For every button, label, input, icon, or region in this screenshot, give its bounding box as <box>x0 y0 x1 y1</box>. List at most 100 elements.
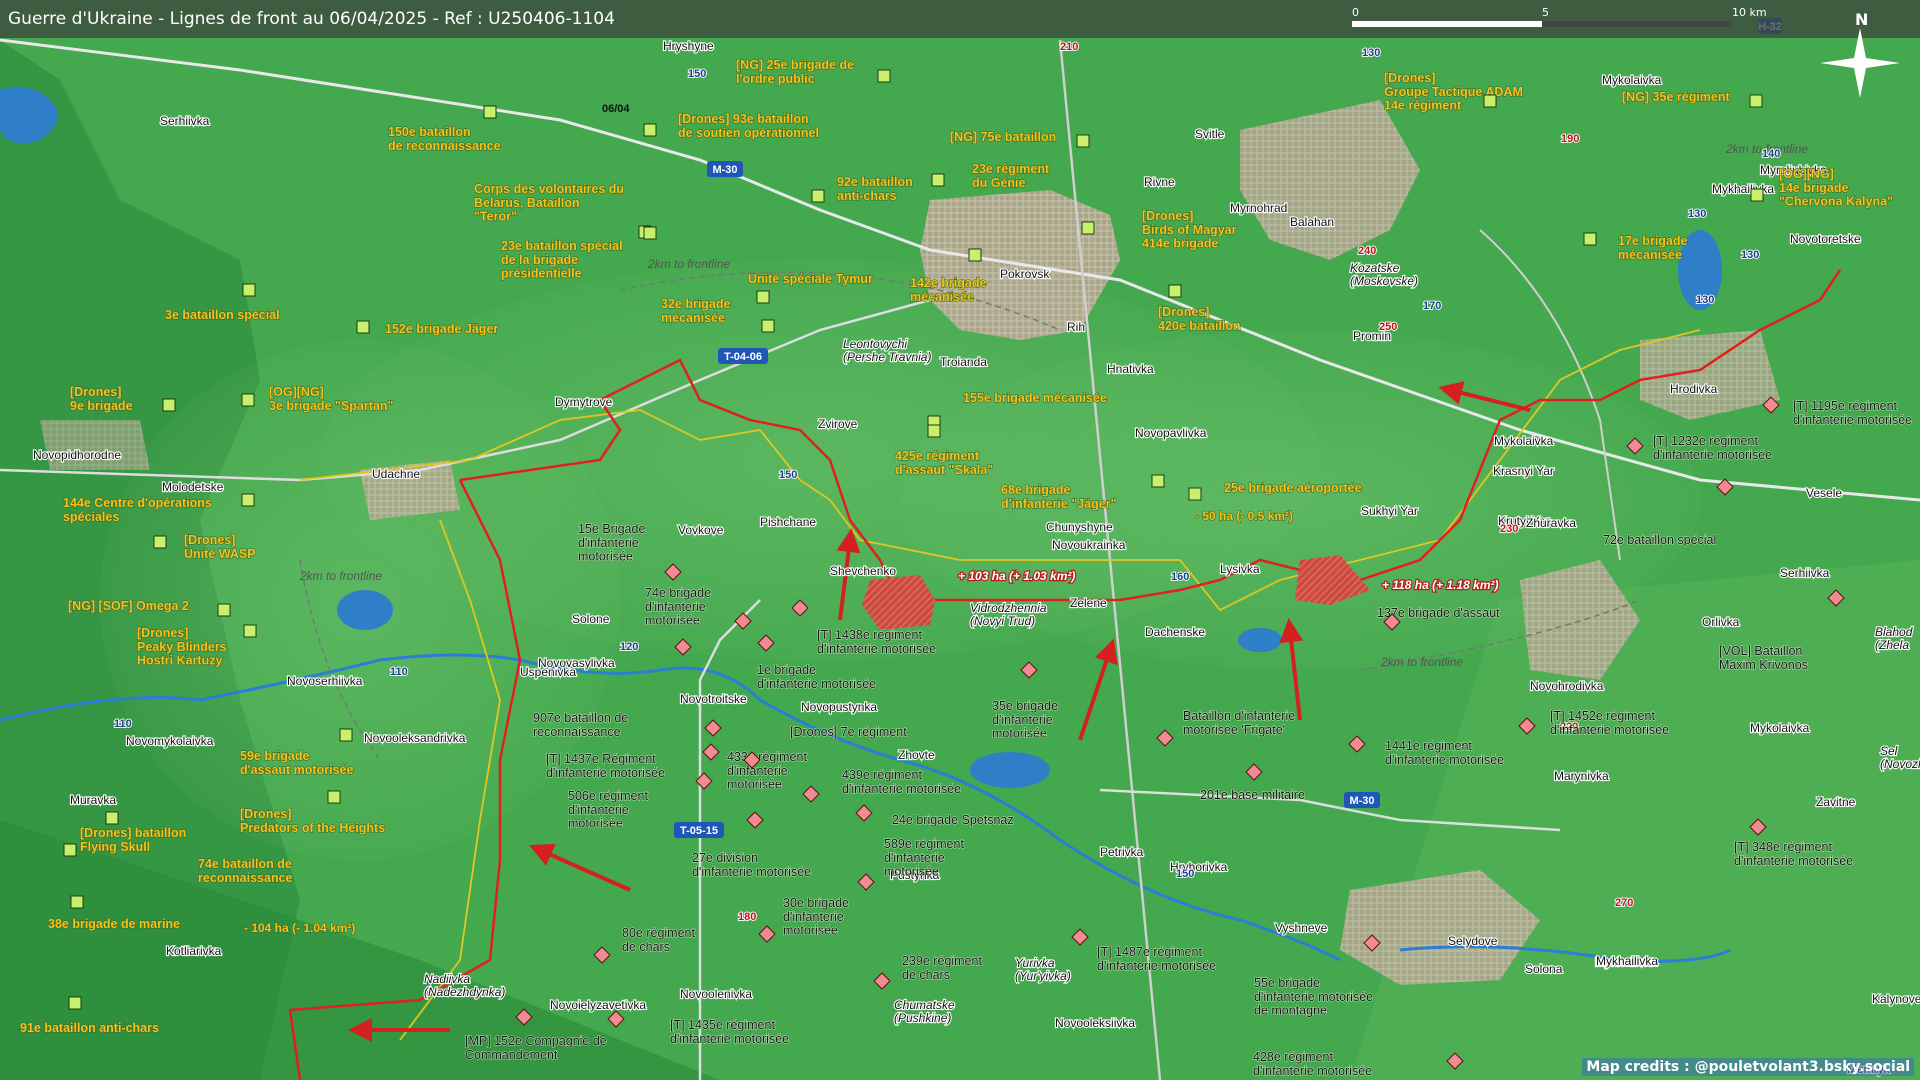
ukr-unit-label: [NG] 75e bataillon <box>950 130 1056 144</box>
ukr-unit-symbol-icon[interactable] <box>483 105 497 119</box>
place-label: Novooleksiivka <box>1055 1016 1135 1030</box>
ukr-unit-symbol-icon[interactable] <box>1583 232 1597 246</box>
ukr-unit-symbol-icon[interactable] <box>241 393 255 407</box>
ukr-unit-symbol-icon[interactable] <box>643 226 657 240</box>
ukr-unit-symbol-icon[interactable] <box>931 173 945 187</box>
place-label: Chumatske (Pushkine) <box>894 998 955 1025</box>
ukr-unit-symbol-icon[interactable] <box>968 248 982 262</box>
ukr-unit-symbol-icon[interactable] <box>70 895 84 909</box>
place-label: Serhiivka <box>1780 566 1830 580</box>
road-badge-label: T-05-15 <box>680 825 718 837</box>
ukr-unit-symbol-icon[interactable] <box>1081 221 1095 235</box>
place-label: Vesele <box>1806 486 1842 500</box>
ukr-unit-symbol-icon[interactable] <box>811 189 825 203</box>
road-badge-label: T-04-06 <box>724 351 762 363</box>
place-label: Shevchenko <box>830 564 896 578</box>
road-number: 150 <box>1176 868 1194 880</box>
ukr-unit-symbol-icon[interactable] <box>327 790 341 804</box>
ukr-unit-symbol-icon[interactable] <box>153 535 167 549</box>
place-label: Novotroitske <box>680 692 747 706</box>
scale-bar-white <box>1352 21 1542 27</box>
ukr-unit-symbol-icon[interactable] <box>217 603 231 617</box>
ukr-unit-symbol-icon[interactable] <box>1750 188 1764 202</box>
ukr-unit-symbol-icon[interactable] <box>105 811 119 825</box>
ukr-unit-label: 91e bataillon anti-chars <box>20 1021 159 1035</box>
road-number: 130 <box>1696 294 1714 306</box>
ukr-unit-symbol-icon[interactable] <box>761 319 775 333</box>
road-number: 230 <box>1500 523 1518 535</box>
ukr-unit-symbol-icon[interactable] <box>1483 94 1497 108</box>
ukr-unit-symbol-icon[interactable] <box>243 624 257 638</box>
ukr-unit-label: 152e brigade Jäger <box>385 322 498 336</box>
ru-unit-label: [T] 1487e régiment d'infanterie motorisée <box>1097 945 1216 973</box>
ukr-unit-symbol-icon[interactable] <box>756 290 770 304</box>
place-label: Mykhailivka <box>1712 182 1774 196</box>
ukr-unit-symbol-icon[interactable] <box>241 493 255 507</box>
place-label: Zhuravka <box>1526 516 1576 530</box>
novopidhorodne-urban-area <box>40 420 150 470</box>
place-label: Dachenske <box>1145 625 1205 639</box>
place-label: Mykolaivka <box>1494 434 1554 448</box>
place-label: Mykolaivka <box>1602 73 1662 87</box>
place-label: Hnativka <box>1107 362 1154 376</box>
scale-bar: 0 5 10 km <box>1352 6 1772 30</box>
lake-lysivka <box>1238 628 1282 652</box>
ukr-unit-symbol-icon[interactable] <box>63 843 77 857</box>
ukr-unit-symbol-icon[interactable] <box>927 424 941 438</box>
place-label: Balahan <box>1290 215 1334 229</box>
scale-end: 10 km <box>1732 6 1767 19</box>
map-canvas[interactable]: Hryshyne Serhiivka Pokrovsk Myrnohrad Udachn… <box>0 0 1920 1080</box>
lake-west <box>337 590 393 630</box>
ru-unit-label: [VOL] Bataillon Maxim Krivonos <box>1719 644 1808 672</box>
place-label: Orlivka <box>1702 615 1740 629</box>
ukr-unit-symbol-icon[interactable] <box>1188 487 1202 501</box>
scale-mid: 5 <box>1542 6 1549 19</box>
ukr-unit-symbol-icon[interactable] <box>1076 134 1090 148</box>
lake-south <box>970 752 1050 788</box>
place-label: Marynivka <box>1554 769 1609 783</box>
ru-unit-label: Bataillon d'infanterie motorisée 'Frigate… <box>1183 709 1295 737</box>
place-label: Novomykolaivka <box>126 734 214 748</box>
place-label: Chunyshyne <box>1046 520 1113 534</box>
scale-zero: 0 <box>1352 6 1359 19</box>
place-label: Novoolenivka <box>680 987 752 1001</box>
ukr-unit-label: 3e bataillon spécial <box>165 308 280 322</box>
place-label: Zavitne <box>1816 795 1856 809</box>
frontline-2km-label: 2km to frontline <box>1380 655 1463 669</box>
road-number: 180 <box>738 911 756 923</box>
ru-unit-label: 907e bataillon de reconnaissance <box>533 711 628 739</box>
road-number: 250 <box>1379 321 1397 333</box>
ukr-unit-symbol-icon[interactable] <box>68 996 82 1010</box>
road-number: 210 <box>1060 41 1078 53</box>
place-label: Novovasylivka <box>538 656 615 670</box>
place-label: Svitle <box>1195 127 1225 141</box>
place-label: Lysivka <box>1220 562 1260 576</box>
road-number: 240 <box>1358 245 1376 257</box>
ukr-unit-label: 32e brigade mécanisée <box>661 297 731 325</box>
ukr-unit-symbol-icon[interactable] <box>643 123 657 137</box>
place-label: Petrivka <box>1100 845 1144 859</box>
place-label: Molodetske <box>162 480 224 494</box>
gain-label-shevchenko: + 103 ha (+ 1.03 km²) <box>958 569 1075 583</box>
ru-unit-label: 24e brigade Spetsnaz <box>892 813 1014 827</box>
place-label: Novoserhiivka <box>287 674 363 688</box>
loss-label-kotliarivka: - 104 ha (- 1.04 km²) <box>244 921 355 935</box>
ukr-unit-symbol-icon[interactable] <box>356 320 370 334</box>
ukr-unit-symbol-icon[interactable] <box>162 398 176 412</box>
ukr-unit-symbol-icon[interactable] <box>877 69 891 83</box>
place-label: Pokrovsk <box>1000 267 1050 281</box>
ukr-unit-symbol-icon[interactable] <box>1151 474 1165 488</box>
place-label: Zelene <box>1070 596 1107 610</box>
place-label: Novopavlivka <box>1135 426 1207 440</box>
ukr-unit-symbol-icon[interactable] <box>339 728 353 742</box>
place-label: Serhiivka <box>160 114 210 128</box>
ru-unit-label: [T] 1195e régiment d'infanterie motorisée <box>1793 399 1912 427</box>
road-badge-label: M-30 <box>1349 795 1374 807</box>
ukr-unit-symbol-icon[interactable] <box>1168 284 1182 298</box>
ukr-unit-label: 38e brigade de marine <box>48 917 180 931</box>
frontline-2km-label: 2km to frontline <box>299 569 382 583</box>
ukr-unit-symbol-icon[interactable] <box>242 283 256 297</box>
ukr-unit-symbol-icon[interactable] <box>1749 94 1763 108</box>
ru-unit-label: [T] 1437e Régiment d'infanterie motorisée <box>546 752 665 780</box>
ukr-unit-label: 25e brigade aéroportée <box>1224 481 1362 495</box>
